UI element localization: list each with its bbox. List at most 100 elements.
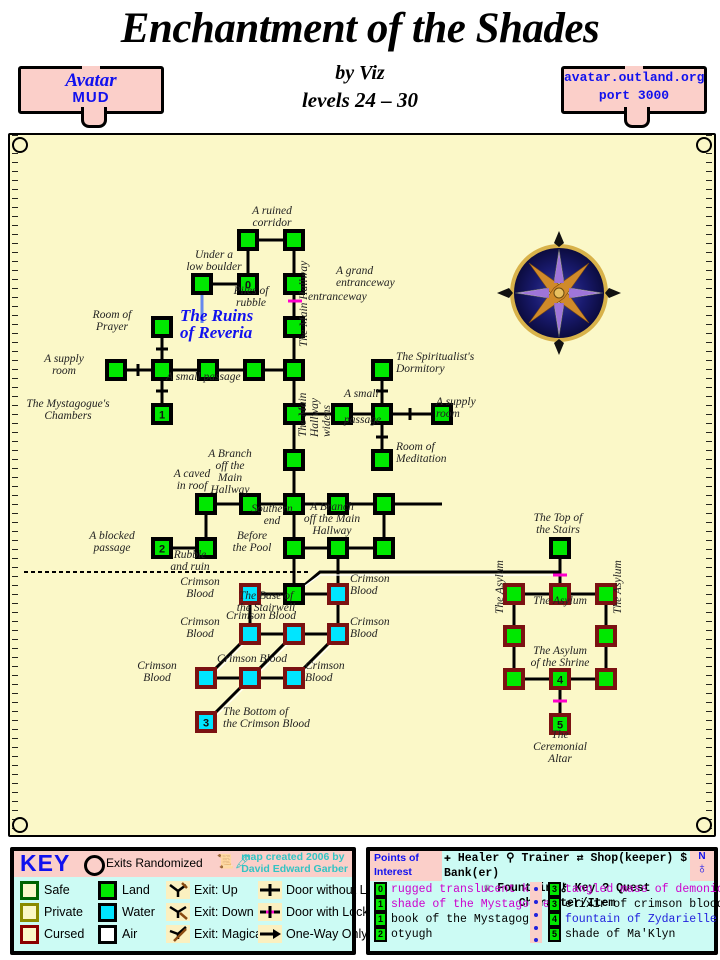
room-label: Crimson Blood bbox=[217, 653, 287, 665]
key-label: Air bbox=[122, 927, 138, 941]
map-room[interactable] bbox=[371, 359, 393, 381]
map-room[interactable] bbox=[327, 583, 349, 605]
room-label: A small passage bbox=[165, 371, 241, 383]
poi-item-label: book of the Mystagogue bbox=[391, 913, 543, 926]
poi-header: Points of Interest ✚ Healer ⚲ Trainer ⇄ … bbox=[370, 851, 714, 910]
key-row: Land bbox=[98, 879, 164, 901]
map-room[interactable] bbox=[151, 316, 173, 338]
map-room[interactable] bbox=[105, 359, 127, 381]
map-room[interactable]: 2 bbox=[151, 537, 173, 559]
map-room[interactable] bbox=[191, 273, 213, 295]
map-room[interactable] bbox=[195, 667, 217, 689]
room-label: The Main Hallway bbox=[298, 260, 310, 347]
map-room[interactable] bbox=[283, 359, 305, 381]
poi-item-label: shade of Ma'Klyn bbox=[565, 928, 676, 941]
map-room[interactable] bbox=[283, 623, 305, 645]
poi-item-label: shade of the Mystagogue bbox=[391, 898, 550, 911]
room-label: A Branch off the Main Hallway bbox=[207, 448, 252, 496]
room-label: The Spiritualist's Dormitory bbox=[395, 351, 475, 375]
map-room[interactable]: 4 bbox=[549, 668, 571, 690]
poi-number-badge: 2 bbox=[374, 927, 387, 942]
map-room[interactable] bbox=[327, 623, 349, 645]
room-label: The Asylum of the Shrine bbox=[531, 645, 590, 669]
poi-item: 3 elixir of crimson blood bbox=[548, 897, 720, 912]
map-room[interactable] bbox=[503, 625, 525, 647]
map-credit: map created 2006 by David Edward Garber bbox=[241, 851, 348, 875]
room-label: A blocked passage bbox=[88, 530, 135, 554]
room-label: The Bottom of the Crimson Blood bbox=[223, 706, 310, 730]
poi-item-label: tangled mass of demonic lust bbox=[565, 883, 720, 896]
map-room[interactable] bbox=[503, 583, 525, 605]
room-label: Crimson Blood bbox=[350, 573, 390, 597]
poi-number-badge: 1 bbox=[374, 912, 387, 927]
server-address-banner: avatar.outland.org port 3000 bbox=[561, 66, 707, 128]
terrain-swatch bbox=[98, 880, 117, 900]
map-room[interactable] bbox=[283, 229, 305, 251]
map-room[interactable] bbox=[243, 359, 265, 381]
poi-item: 3 tangled mass of demonic lust bbox=[548, 882, 720, 897]
key-label: Exit: Up bbox=[194, 883, 238, 897]
room-label: Before the Pool bbox=[233, 530, 272, 554]
map-room[interactable] bbox=[237, 229, 259, 251]
exits-randomized-icon bbox=[84, 855, 105, 876]
room-label: The Ceremonial Altar bbox=[533, 729, 587, 765]
one-way-icon bbox=[258, 925, 282, 943]
key-label: Exit: Magical bbox=[194, 927, 265, 941]
map-room[interactable] bbox=[195, 493, 217, 515]
key-label: Safe bbox=[44, 883, 70, 897]
poi-item: 2 otyugh bbox=[374, 927, 550, 942]
key-column-room-status: Safe Private Cursed bbox=[20, 879, 96, 947]
room-label: A ruined corridor bbox=[251, 205, 292, 229]
map-room[interactable]: 3 bbox=[195, 711, 217, 733]
map-page: Enchantment of the Shades by Viz levels … bbox=[0, 0, 720, 960]
map-room[interactable] bbox=[373, 493, 395, 515]
map-room[interactable] bbox=[283, 449, 305, 471]
room-label: A supply room bbox=[43, 353, 85, 377]
map-room[interactable] bbox=[283, 537, 305, 559]
key-row: Air bbox=[98, 923, 164, 945]
map-room[interactable] bbox=[503, 668, 525, 690]
map-room[interactable] bbox=[327, 537, 349, 559]
room-status-swatch bbox=[20, 902, 39, 922]
map-room[interactable] bbox=[595, 625, 617, 647]
poi-tag-line2: Interest bbox=[374, 866, 412, 878]
poi-item-label: fountain of Zydarielle bbox=[565, 913, 717, 926]
room-label: The Mystagogue's Chambers bbox=[26, 398, 110, 422]
room-label: Rubble and ruin bbox=[170, 549, 210, 573]
map-parchment: 012345 A ruined corridor Under a low boulde… bbox=[8, 133, 716, 837]
compass-rose bbox=[497, 231, 621, 355]
key-label: Water bbox=[122, 905, 155, 919]
poi-number-badge: 5 bbox=[548, 927, 561, 942]
map-room[interactable] bbox=[371, 449, 393, 471]
key-label: Exit: Down bbox=[194, 905, 254, 919]
room-status-swatch bbox=[20, 924, 39, 944]
room-number: 2 bbox=[159, 544, 165, 556]
map-room[interactable] bbox=[373, 537, 395, 559]
key-row: Cursed bbox=[20, 923, 96, 945]
map-room[interactable]: 1 bbox=[151, 403, 173, 425]
room-label: Crimson Blood bbox=[226, 610, 296, 622]
poi-tag-line1: Points of bbox=[374, 852, 419, 864]
room-label: Room of Prayer bbox=[92, 309, 133, 333]
room-label: Crimson Blood bbox=[137, 660, 177, 684]
key-column-doors: Door without Lock Door with Lock One-Way O… bbox=[258, 879, 386, 947]
map-room[interactable] bbox=[549, 537, 571, 559]
map-room[interactable] bbox=[283, 667, 305, 689]
key-column-terrain: Land Water Air bbox=[98, 879, 164, 947]
page-title: Enchantment of the Shades bbox=[120, 5, 600, 52]
room-label: Crimson Blood bbox=[180, 616, 220, 640]
room-label: A supply room bbox=[435, 396, 477, 420]
key-row: Water bbox=[98, 901, 164, 923]
poi-item: 1 book of the Mystagogue bbox=[374, 912, 550, 927]
avatar-mud-line1: Avatar bbox=[65, 70, 117, 91]
key-header: KEY Exits Randomized 📜🖋 map created 2006… bbox=[14, 850, 352, 877]
room-label: The Top of the Stairs bbox=[534, 512, 585, 536]
map-room[interactable] bbox=[239, 667, 261, 689]
poi-item-label: rugged translucent key bbox=[391, 883, 543, 896]
key-row: Exit: Magical bbox=[166, 923, 265, 945]
map-room[interactable] bbox=[595, 668, 617, 690]
credit-line-1: map created 2006 by bbox=[241, 851, 345, 863]
map-room[interactable] bbox=[239, 623, 261, 645]
key-label: Door with Lock bbox=[286, 905, 369, 919]
poi-item: 5 shade of Ma'Klyn bbox=[548, 927, 720, 942]
